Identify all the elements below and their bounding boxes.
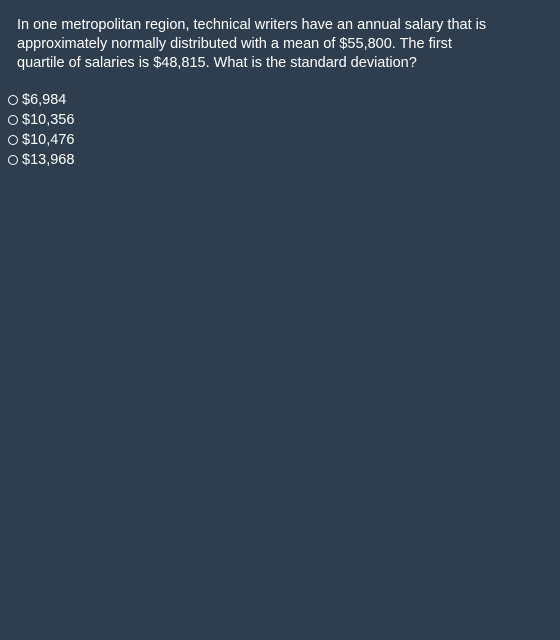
question-text: In one metropolitan region, technical wr… (17, 17, 487, 71)
radio-button-2[interactable] (8, 115, 18, 125)
answer-option-3[interactable]: $10,476 (8, 130, 74, 150)
answer-option-label: $13,968 (22, 152, 75, 168)
answer-options: $6,984 $10,356 $10,476 $13,968 (8, 90, 74, 170)
radio-button-4[interactable] (8, 155, 18, 165)
radio-button-1[interactable] (8, 95, 18, 105)
answer-option-label: $6,984 (22, 92, 67, 108)
answer-option-4[interactable]: $13,968 (8, 150, 74, 170)
answer-option-2[interactable]: $10,356 (8, 110, 74, 130)
answer-option-1[interactable]: $6,984 (8, 90, 74, 110)
answer-option-label: $10,476 (22, 132, 75, 148)
answer-option-label: $10,356 (22, 112, 75, 128)
radio-button-3[interactable] (8, 135, 18, 145)
